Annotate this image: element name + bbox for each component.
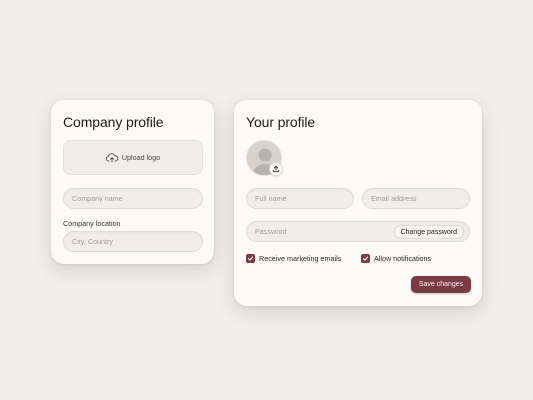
your-profile-card: Your profile Full name Email address Pas… [234,100,482,306]
company-profile-card: Company profile Upload logo Company name… [51,100,214,264]
change-password-button[interactable]: Change password [393,225,464,239]
company-name-placeholder: Company name [72,194,123,203]
password-input[interactable]: Password Change password [246,221,470,242]
upload-logo-label: Upload logo [121,153,161,162]
company-location-label: Company location [63,219,121,228]
marketing-emails-checkbox[interactable] [246,254,255,263]
save-changes-button[interactable]: Save changes [411,276,471,293]
full-name-input[interactable]: Full name [246,188,354,209]
company-location-input[interactable]: City, Country [63,231,203,252]
upload-arrow-icon [272,165,280,173]
password-placeholder: Password [255,227,287,236]
company-name-input[interactable]: Company name [63,188,203,209]
email-placeholder: Email address [371,194,417,203]
notifications-label: Allow notifications [374,254,432,263]
email-input[interactable]: Email address [362,188,470,209]
notifications-option[interactable]: Allow notifications [361,254,431,263]
check-icon [247,256,254,261]
marketing-emails-option[interactable]: Receive marketing emails [246,254,341,263]
full-name-placeholder: Full name [255,194,287,203]
upload-logo-button[interactable]: Upload logo [63,140,203,175]
company-location-placeholder: City, Country [72,237,114,246]
marketing-emails-label: Receive marketing emails [259,254,342,263]
notifications-checkbox[interactable] [361,254,370,263]
your-profile-title: Your profile [246,114,316,130]
avatar-upload-button[interactable] [269,162,283,176]
check-icon [362,256,369,261]
company-profile-title: Company profile [63,114,164,130]
cloud-upload-icon [105,152,118,163]
